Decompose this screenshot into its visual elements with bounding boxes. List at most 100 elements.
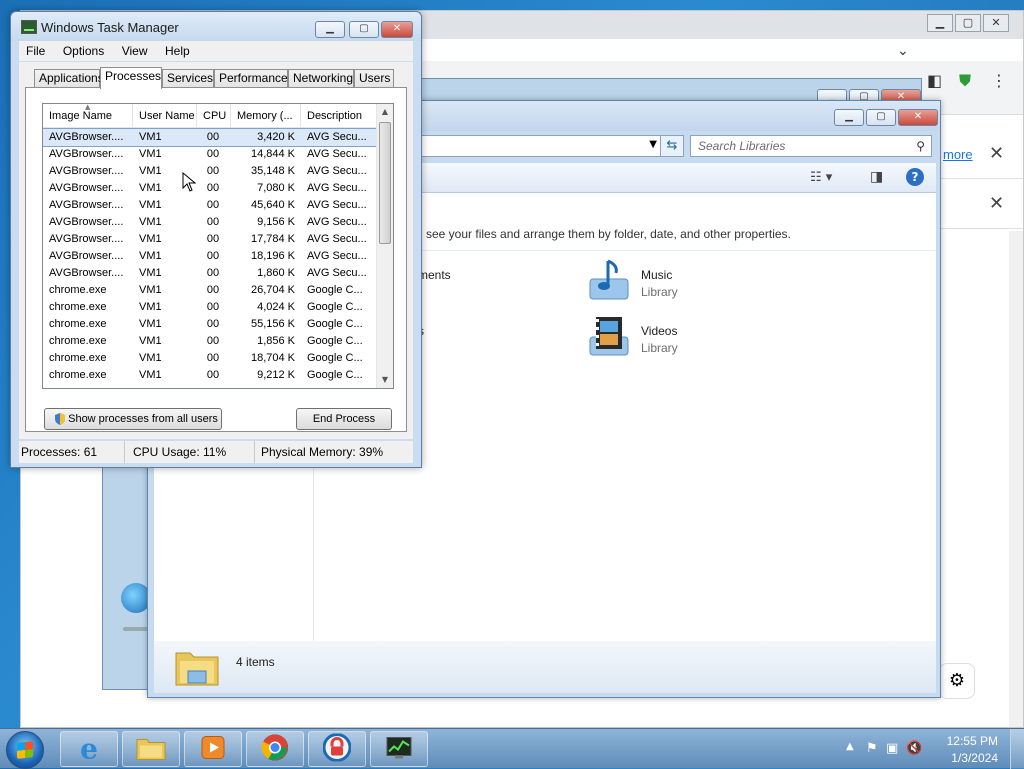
taskbar-media-player[interactable] xyxy=(184,731,242,767)
tab-networking[interactable]: Networking xyxy=(288,69,354,88)
libs-maximize-button[interactable]: ▢ xyxy=(866,109,896,126)
col-cpu[interactable]: CPU xyxy=(197,104,231,128)
chrome-close-button[interactable]: ✕ xyxy=(983,14,1009,32)
scroll-down-icon[interactable]: ▼ xyxy=(377,372,393,388)
process-cpu: 00 xyxy=(201,367,225,384)
scroll-up-icon[interactable]: ▲ xyxy=(377,104,393,120)
process-row[interactable]: chrome.exeVM1001,856 KGoogle C... xyxy=(43,333,377,350)
chrome-menu-icon[interactable]: ⋮ xyxy=(991,71,1007,90)
process-row[interactable]: AVGBrowser....VM10045,640 KAVG Secu... xyxy=(43,197,377,214)
end-process-button[interactable]: End Process xyxy=(296,408,392,430)
taskbar-avg-browser[interactable] xyxy=(308,731,366,767)
status-memory: Physical Memory: 39% xyxy=(257,441,415,463)
avg-browser-icon xyxy=(323,734,351,765)
internet-explorer-icon: e xyxy=(80,733,98,766)
menu-view[interactable]: View xyxy=(115,41,155,61)
process-description: AVG Secu... xyxy=(307,197,375,214)
process-row[interactable]: AVGBrowser....VM10035,148 KAVG Secu... xyxy=(43,163,377,180)
volume-muted-icon[interactable]: 🔇 xyxy=(906,741,922,756)
col-description[interactable]: Description xyxy=(301,104,377,128)
clock-date[interactable]: 1/3/2024 xyxy=(951,751,998,765)
task-manager-title-bar[interactable]: Windows Task Manager ▁ ▢ ✕ xyxy=(11,12,421,41)
process-memory: 1,860 K xyxy=(233,265,295,282)
start-button[interactable] xyxy=(6,731,44,769)
clock-time[interactable]: 12:55 PM xyxy=(947,734,998,748)
show-hidden-icons[interactable]: ▲ xyxy=(846,741,854,752)
process-row[interactable]: chrome.exeVM10026,704 KGoogle C... xyxy=(43,282,377,299)
tab-processes[interactable]: Processes xyxy=(100,67,162,89)
chrome-scrollbar[interactable] xyxy=(1009,231,1023,727)
library-item-videos[interactable]: Videos Library xyxy=(641,324,678,355)
process-row[interactable]: AVGBrowser....VM1007,080 KAVG Secu... xyxy=(43,180,377,197)
process-list[interactable]: Image Name User Name CPU Memory (... Des… xyxy=(42,103,394,389)
refresh-button[interactable]: ⇆ xyxy=(660,135,684,157)
close-button[interactable]: ✕ xyxy=(381,21,413,38)
address-dropdown-icon[interactable]: ▼ xyxy=(649,139,657,150)
show-desktop-button[interactable] xyxy=(1010,729,1024,769)
process-row[interactable]: chrome.exeVM10055,156 KGoogle C... xyxy=(43,316,377,333)
process-memory: 3,420 K xyxy=(233,129,295,146)
avg-shield-icon[interactable]: ⛊ xyxy=(959,71,971,91)
view-options-icon[interactable]: ☷ ▾ xyxy=(810,170,832,185)
col-memory[interactable]: Memory (... xyxy=(231,104,301,128)
process-row[interactable]: chrome.exeVM1004,024 KGoogle C... xyxy=(43,299,377,316)
task-manager-window: Windows Task Manager ▁ ▢ ✕ File Options … xyxy=(10,11,422,468)
banner-close-icon[interactable]: ✕ xyxy=(989,143,1004,164)
process-list-scrollbar[interactable]: ▲ ▼ xyxy=(376,104,393,388)
process-memory: 18,704 K xyxy=(233,350,295,367)
customize-filter-button[interactable]: ⚙ xyxy=(939,663,975,699)
show-all-users-button[interactable]: Show processes from all users xyxy=(44,408,222,430)
process-row[interactable]: AVGBrowser....VM1003,420 KAVG Secu... xyxy=(43,129,377,146)
process-user-name: VM1 xyxy=(139,350,195,367)
process-row[interactable]: AVGBrowser....VM1009,156 KAVG Secu... xyxy=(43,214,377,231)
help-icon[interactable]: ? xyxy=(906,168,924,186)
process-cpu: 00 xyxy=(201,163,225,180)
process-row[interactable]: AVGBrowser....VM1001,860 KAVG Secu... xyxy=(43,265,377,282)
process-image-name: AVGBrowser.... xyxy=(49,163,131,180)
process-row[interactable]: chrome.exeVM10018,704 KGoogle C... xyxy=(43,350,377,367)
learn-more-link[interactable]: more xyxy=(943,147,973,162)
action-center-flag-icon[interactable]: ⚑ xyxy=(866,741,878,756)
library-item-documents[interactable]: ments xyxy=(418,268,451,282)
process-description: Google C... xyxy=(307,333,375,350)
col-user-name[interactable]: User Name xyxy=(133,104,197,128)
taskbar-file-explorer[interactable] xyxy=(122,731,180,767)
side-panel-icon[interactable]: ◧ xyxy=(927,71,942,90)
menu-bar: File Options View Help xyxy=(19,41,413,61)
process-row[interactable]: AVGBrowser....VM10014,844 KAVG Secu... xyxy=(43,146,377,163)
process-memory: 9,156 K xyxy=(233,214,295,231)
process-row[interactable]: chrome.exeVM1009,212 KGoogle C... xyxy=(43,367,377,384)
minimize-button[interactable]: ▁ xyxy=(315,21,345,38)
maximize-button[interactable]: ▢ xyxy=(349,21,379,38)
banner-close-icon-2[interactable]: ✕ xyxy=(989,193,1004,214)
tab-search-chevron-icon[interactable]: ⌄ xyxy=(897,43,909,59)
menu-help[interactable]: Help xyxy=(158,41,197,61)
libs-close-button[interactable]: ✕ xyxy=(898,109,938,126)
process-cpu: 00 xyxy=(201,231,225,248)
preview-pane-icon[interactable]: ◨ xyxy=(870,169,883,185)
chrome-minimize-button[interactable]: ▁ xyxy=(927,14,953,32)
library-item-music[interactable]: Music Library xyxy=(641,268,678,299)
videos-library-icon[interactable] xyxy=(586,313,632,359)
music-library-icon[interactable] xyxy=(586,257,632,303)
menu-file[interactable]: File xyxy=(19,41,52,61)
tab-services[interactable]: Services xyxy=(162,69,214,88)
process-memory: 7,080 K xyxy=(233,180,295,197)
network-icon[interactable]: ▣ xyxy=(886,741,898,756)
process-row[interactable]: AVGBrowser....VM10017,784 KAVG Secu... xyxy=(43,231,377,248)
task-manager-icon xyxy=(385,736,413,763)
search-libraries-input[interactable]: Search Libraries ⚲ xyxy=(690,135,932,157)
libs-minimize-button[interactable]: ▁ xyxy=(834,109,864,126)
process-image-name: AVGBrowser.... xyxy=(49,248,131,265)
menu-options[interactable]: Options xyxy=(56,41,111,61)
taskbar-task-manager[interactable] xyxy=(370,731,428,767)
tab-applications[interactable]: Applications xyxy=(34,69,100,88)
taskbar-chrome[interactable] xyxy=(246,731,304,767)
tab-performance[interactable]: Performance xyxy=(214,69,288,88)
taskbar-internet-explorer[interactable]: e xyxy=(60,731,118,767)
process-memory: 14,844 K xyxy=(233,146,295,163)
process-row[interactable]: AVGBrowser....VM10018,196 KAVG Secu... xyxy=(43,248,377,265)
chrome-maximize-button[interactable]: ▢ xyxy=(955,14,981,32)
scroll-thumb[interactable] xyxy=(379,122,391,244)
tab-users[interactable]: Users xyxy=(354,69,394,88)
